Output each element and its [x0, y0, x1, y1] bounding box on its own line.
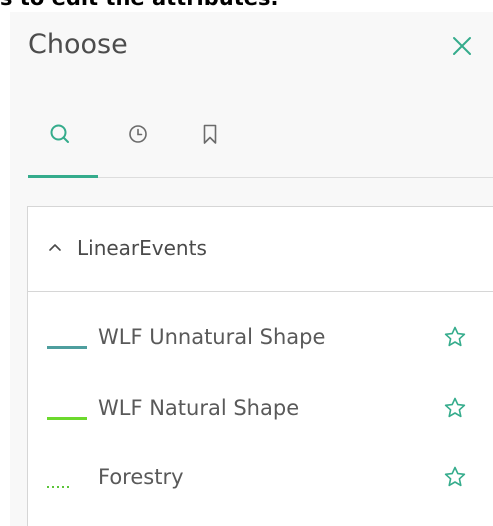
tabs-divider — [98, 177, 493, 178]
template-list: LinearEvents WLF Unnatural Shape WLF Nat… — [27, 206, 493, 526]
list-item-wlf-natural-shape[interactable]: WLF Natural Shape — [28, 373, 493, 443]
list-item-wlf-unnatural-shape[interactable]: WLF Unnatural Shape — [28, 302, 493, 372]
close-icon — [453, 37, 471, 55]
list-item-label: Forestry — [98, 465, 184, 489]
group-label: LinearEvents — [77, 236, 207, 260]
active-tab-indicator — [28, 175, 98, 178]
list-item-label: WLF Unnatural Shape — [98, 325, 326, 349]
search-icon — [50, 124, 69, 143]
line-swatch-icon — [47, 335, 87, 349]
tab-recent[interactable] — [124, 120, 152, 148]
group-header-linearevents[interactable]: LinearEvents — [28, 207, 493, 292]
list-item-label: WLF Natural Shape — [98, 396, 300, 420]
dotted-line-swatch-icon — [47, 475, 87, 488]
choose-panel: Choose LinearEvents WLF Unnatural Shape … — [10, 12, 493, 526]
star-outline-icon[interactable] — [443, 325, 467, 349]
chevron-up-icon — [48, 242, 62, 252]
screen: s to edit the attributes. Choose — [0, 0, 493, 526]
star-outline-icon[interactable] — [443, 396, 467, 420]
tab-favorites[interactable] — [196, 120, 224, 148]
tab-search[interactable] — [46, 120, 74, 148]
clock-icon — [129, 125, 147, 143]
line-swatch-icon — [47, 406, 87, 420]
close-button[interactable] — [448, 32, 476, 60]
bookmark-icon — [203, 124, 217, 144]
panel-title: Choose — [28, 29, 128, 60]
star-outline-icon[interactable] — [443, 465, 467, 489]
list-item-forestry[interactable]: Forestry — [28, 442, 493, 512]
